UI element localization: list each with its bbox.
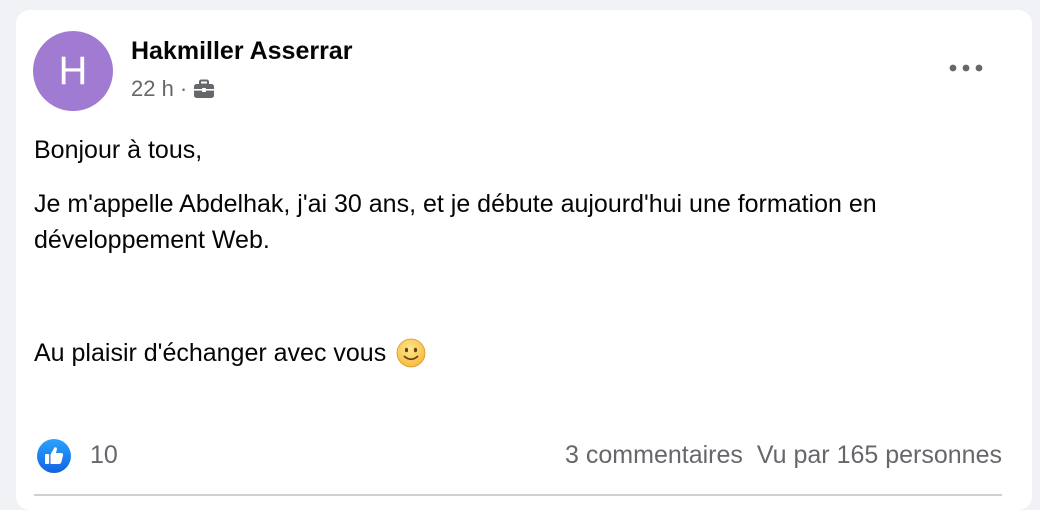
- avatar[interactable]: H: [33, 31, 113, 111]
- comments-count-link[interactable]: 3 commentaires: [565, 441, 743, 469]
- slightly-smiling-face-icon: [396, 338, 426, 368]
- briefcase-icon[interactable]: [193, 79, 215, 99]
- post-card: H Hakmiller Asserrar 22 h · Bonjour à to…: [16, 10, 1032, 510]
- post-paragraph: Je m'appelle Abdelhak, j'ai 30 ans, et j…: [34, 190, 877, 254]
- post-paragraph-wrapper: Au plaisir d'échanger avec vous: [34, 335, 426, 371]
- post-meta: 22 h ·: [131, 76, 215, 102]
- divider: [34, 494, 1002, 496]
- post-footer: 10 3 commentaires Vu par 165 personnes: [34, 436, 1002, 476]
- meta-separator: ·: [179, 76, 188, 101]
- post-paragraph: Bonjour à tous,: [34, 136, 203, 164]
- author-name[interactable]: Hakmiller Asserrar: [131, 37, 352, 66]
- more-options-button[interactable]: [944, 58, 988, 78]
- like-count[interactable]: 10: [90, 441, 118, 470]
- ellipsis-icon: [949, 64, 983, 72]
- seen-by-link[interactable]: Vu par 165 personnes: [757, 441, 1002, 469]
- post-timestamp[interactable]: 22 h: [131, 76, 174, 102]
- like-icon[interactable]: [36, 438, 72, 474]
- post-paragraph: Au plaisir d'échanger avec vous: [34, 339, 387, 367]
- post-stats: 3 commentaires Vu par 165 personnes: [565, 441, 1002, 470]
